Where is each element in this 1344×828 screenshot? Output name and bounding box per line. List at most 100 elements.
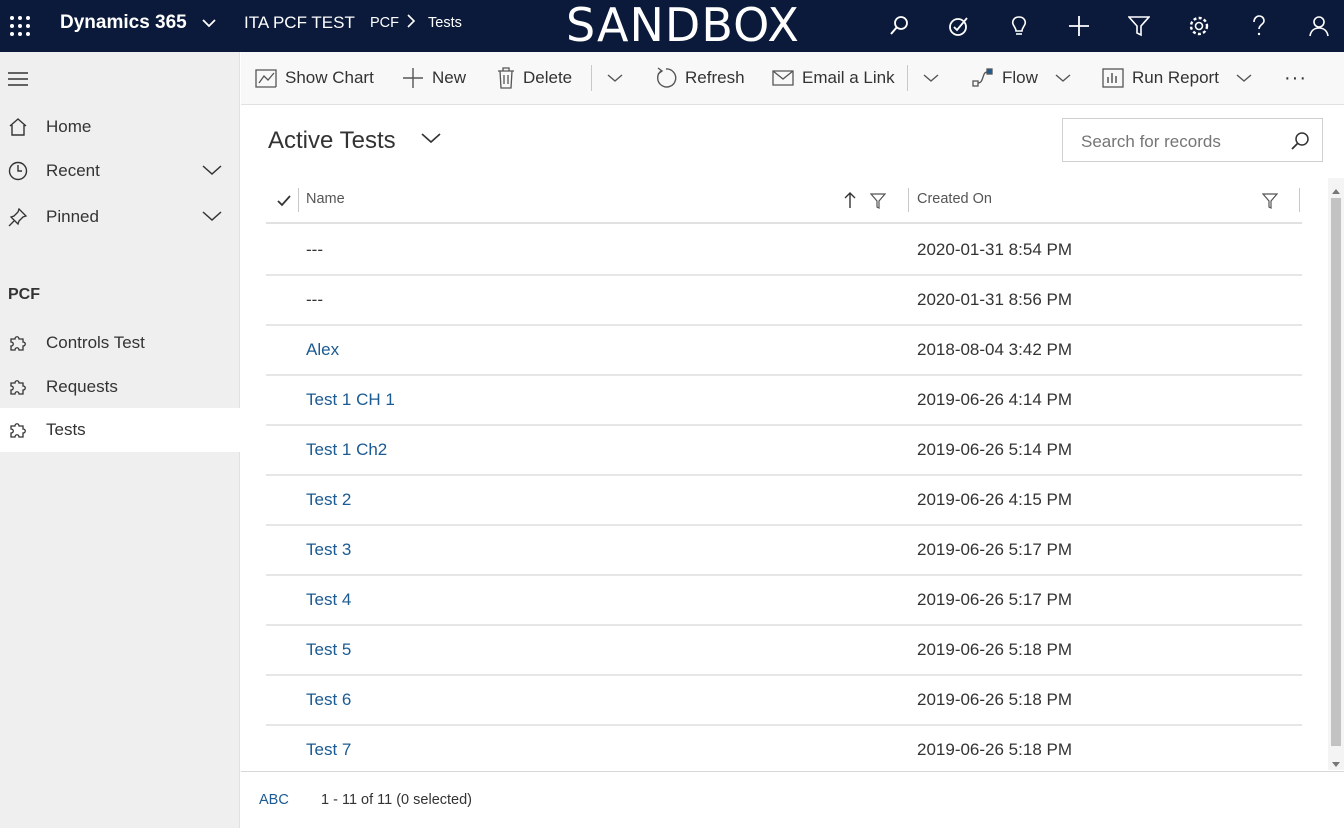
search-icon[interactable] (879, 0, 919, 52)
sidebar-item-controls-test[interactable]: Controls Test (0, 321, 240, 365)
column-header-created-on[interactable]: Created On (917, 191, 992, 207)
command-bar: Show Chart New Delete Refresh Email a Li… (241, 52, 1344, 105)
table-row[interactable]: Test 4 2019-06-26 5:17 PM (266, 576, 1302, 626)
view-selector-chevron-icon[interactable] (420, 131, 442, 150)
plus-icon (403, 68, 423, 88)
search-icon[interactable] (1290, 131, 1310, 156)
breadcrumb-pcf[interactable]: PCF (370, 15, 399, 31)
record-name-link[interactable]: Test 2 (306, 490, 351, 510)
table-row[interactable]: Alex 2018-08-04 3:42 PM (266, 326, 1302, 376)
select-all-checkmark-icon[interactable] (276, 194, 292, 213)
sidebar-item-label: Pinned (46, 207, 99, 226)
email-a-link-button[interactable]: Email a Link (772, 52, 895, 104)
sidebar-item-tests[interactable]: Tests (0, 408, 240, 452)
sandbox-banner: SANDBOX (566, 0, 800, 52)
created-on-column-filter-icon[interactable] (1261, 193, 1279, 214)
record-created-on: 2020-01-31 8:56 PM (917, 290, 1072, 309)
report-icon (1102, 68, 1124, 88)
run-report-chevron-icon[interactable] (1232, 52, 1256, 104)
filter-icon[interactable] (1119, 0, 1159, 52)
delete-label: Delete (523, 68, 573, 87)
scrollbar-thumb[interactable] (1331, 198, 1341, 746)
user-profile-icon[interactable] (1299, 0, 1339, 52)
hamburger-menu-icon[interactable] (8, 72, 28, 91)
new-button[interactable]: New (402, 52, 466, 104)
app-switcher-chevron-icon[interactable] (200, 14, 218, 37)
record-created-on: 2019-06-26 5:14 PM (917, 440, 1072, 459)
table-row[interactable]: Test 1 Ch2 2019-06-26 5:14 PM (266, 426, 1302, 476)
table-row[interactable]: --- 2020-01-31 8:56 PM (266, 276, 1302, 326)
record-name-link[interactable]: Test 7 (306, 740, 351, 760)
show-chart-button[interactable]: Show Chart (255, 52, 374, 104)
record-name-link[interactable]: Test 3 (306, 540, 351, 560)
task-flow-icon[interactable] (939, 0, 979, 52)
record-created-on: 2019-06-26 5:17 PM (917, 590, 1072, 609)
grid-footer: ABC 1 - 11 of 11 (0 selected) (241, 771, 1344, 827)
column-header-name[interactable]: Name (306, 191, 345, 207)
record-name-link[interactable]: Test 1 Ch2 (306, 440, 387, 460)
app-name[interactable]: Dynamics 365 (60, 12, 187, 34)
search-records-box[interactable] (1062, 118, 1323, 162)
puzzle-icon (8, 420, 28, 440)
refresh-icon (657, 67, 677, 88)
help-icon[interactable] (1239, 0, 1279, 52)
record-name-link[interactable]: Alex (306, 340, 339, 360)
table-row[interactable]: Test 6 2019-06-26 5:18 PM (266, 676, 1302, 726)
record-name-link[interactable]: Test 5 (306, 640, 351, 660)
email-more-chevron-icon[interactable] (919, 52, 943, 104)
flow-chevron-icon[interactable] (1051, 52, 1075, 104)
trash-icon (498, 67, 514, 89)
puzzle-icon (8, 333, 28, 353)
refresh-label: Refresh (685, 68, 745, 87)
table-row[interactable]: Test 7 2019-06-26 5:18 PM (266, 726, 1302, 776)
view-selector-title[interactable]: Active Tests (268, 127, 396, 155)
sort-ascending-arrow-icon[interactable] (844, 191, 856, 214)
refresh-button[interactable]: Refresh (655, 52, 745, 104)
more-commands-button[interactable]: ··· (1284, 52, 1307, 104)
table-row[interactable]: Test 2 2019-06-26 4:15 PM (266, 476, 1302, 526)
scroll-up-arrow-icon[interactable] (1331, 182, 1341, 194)
delete-button[interactable]: Delete (497, 52, 572, 104)
record-name: --- (306, 240, 323, 259)
command-divider (591, 65, 592, 91)
run-report-button[interactable]: Run Report (1102, 52, 1219, 104)
table-row[interactable]: --- 2020-01-31 8:54 PM (266, 226, 1302, 276)
column-divider (1299, 188, 1300, 212)
settings-gear-icon[interactable] (1179, 0, 1219, 52)
table-row[interactable]: Test 5 2019-06-26 5:18 PM (266, 626, 1302, 676)
column-divider (908, 188, 909, 212)
lightbulb-icon[interactable] (999, 0, 1039, 52)
sidebar-item-label: Recent (46, 161, 100, 180)
delete-more-chevron-icon[interactable] (603, 52, 627, 104)
show-chart-label: Show Chart (285, 68, 374, 87)
grid-scrollbar[interactable] (1328, 178, 1344, 770)
grid-header: Name Created On (266, 178, 1302, 224)
table-row[interactable]: Test 1 CH 1 2019-06-26 4:14 PM (266, 376, 1302, 426)
command-divider (907, 65, 908, 91)
flow-button[interactable]: Flow (972, 52, 1038, 104)
pin-icon (8, 207, 28, 227)
environment-name[interactable]: ITA PCF TEST (244, 13, 355, 33)
app-launcher-icon[interactable] (0, 0, 40, 52)
sidebar-item-label: Requests (46, 377, 118, 396)
column-divider (298, 188, 299, 212)
sidebar-item-recent[interactable]: Recent (0, 149, 240, 193)
record-name-link[interactable]: Test 4 (306, 590, 351, 610)
search-input[interactable] (1081, 132, 1271, 152)
record-name-link[interactable]: Test 1 CH 1 (306, 390, 395, 410)
table-row[interactable]: Test 3 2019-06-26 5:17 PM (266, 526, 1302, 576)
plus-icon[interactable] (1059, 0, 1099, 52)
record-name-link[interactable]: Test 6 (306, 690, 351, 710)
chevron-down-icon[interactable] (202, 163, 222, 182)
sidebar-item-pinned[interactable]: Pinned (0, 195, 240, 239)
chevron-down-icon[interactable] (202, 209, 222, 228)
sidebar-item-home[interactable]: Home (0, 105, 240, 149)
scroll-down-arrow-icon[interactable] (1331, 756, 1341, 767)
new-label: New (432, 68, 467, 87)
breadcrumb-separator-icon (405, 13, 417, 33)
jump-bar-toggle[interactable]: ABC (259, 792, 289, 808)
name-column-filter-icon[interactable] (869, 193, 887, 214)
site-map-navigation: Home Recent Pinned PCF Controls Test Req… (0, 52, 240, 828)
breadcrumb-tests[interactable]: Tests (428, 15, 462, 31)
sidebar-item-requests[interactable]: Requests (0, 365, 240, 409)
